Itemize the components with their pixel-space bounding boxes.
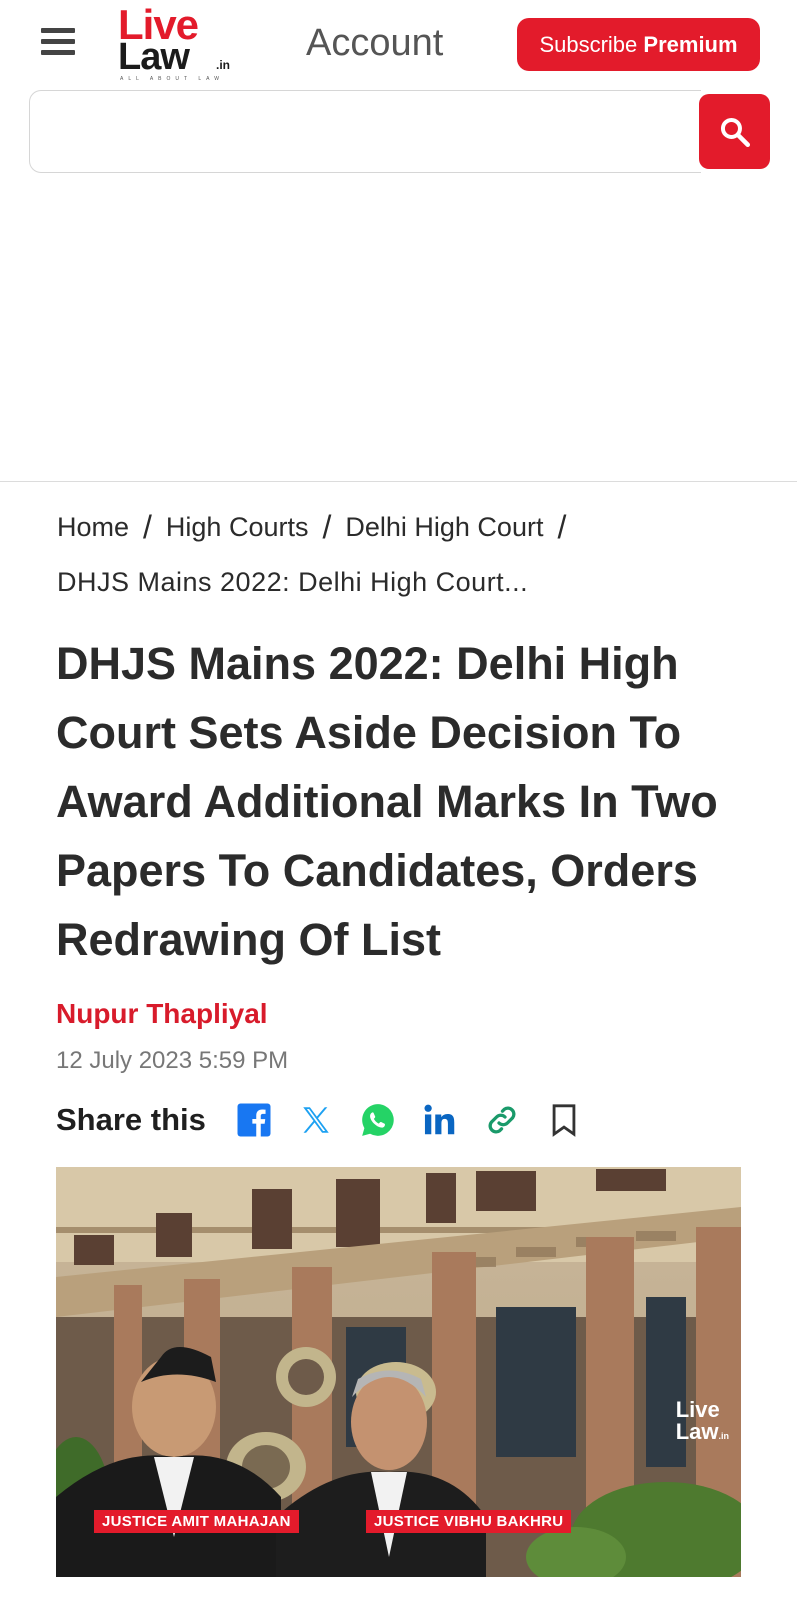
breadcrumb-separator: / — [322, 509, 332, 545]
facebook-icon[interactable] — [232, 1098, 276, 1142]
ad-slot — [0, 173, 797, 481]
divider — [0, 481, 797, 482]
link-icon[interactable] — [480, 1098, 524, 1142]
site-logo[interactable]: Live Law .in ALL ABOUT LAW — [118, 4, 248, 83]
bookmark-icon[interactable] — [542, 1098, 586, 1142]
watermark-law: Law — [675, 1419, 719, 1444]
menu-icon[interactable] — [41, 28, 75, 58]
breadcrumb-current: DHJS Mains 2022: Delhi High Court... — [57, 567, 529, 597]
breadcrumb-separator: / — [557, 509, 567, 545]
linkedin-icon[interactable] — [418, 1098, 462, 1142]
breadcrumb-delhi-high-court[interactable]: Delhi High Court — [345, 507, 543, 547]
watermark-in: .in — [718, 1431, 730, 1441]
search-icon — [720, 117, 750, 147]
publish-date: 12 July 2023 5:59 PM — [56, 1047, 289, 1074]
whatsapp-icon[interactable] — [356, 1098, 400, 1142]
breadcrumb-home[interactable]: Home — [57, 507, 129, 547]
caption-left: JUSTICE AMIT MAHAJAN — [94, 1510, 299, 1533]
author-link[interactable]: Nupur Thapliyal — [56, 998, 268, 1030]
logo-law-text: Law — [118, 36, 190, 78]
caption-right: JUSTICE VIBHU BAKHRU — [366, 1510, 572, 1533]
share-label: Share this — [56, 1102, 206, 1137]
share-bar: Share this — [56, 1095, 604, 1145]
search-button[interactable] — [699, 94, 770, 169]
hero-watermark: Live Law.in — [676, 1399, 729, 1447]
x-icon[interactable] — [294, 1098, 338, 1142]
breadcrumb-high-courts[interactable]: High Courts — [166, 507, 309, 547]
logo-in-text: .in — [216, 58, 230, 72]
search-input[interactable] — [29, 90, 701, 173]
subscribe-premium-button[interactable]: Subscribe Premium — [517, 18, 760, 71]
logo-tagline: ALL ABOUT LAW — [120, 76, 224, 82]
breadcrumb-separator: / — [143, 509, 152, 545]
article-title: DHJS Mains 2022: Delhi High Court Sets A… — [56, 638, 718, 965]
watermark-live: Live — [675, 1397, 720, 1422]
site-header: Live Law .in ALL ABOUT LAW Account Subsc… — [0, 0, 797, 90]
search-bar — [29, 90, 770, 173]
subscribe-prefix: Subscribe — [539, 32, 638, 57]
account-link[interactable]: Account — [306, 20, 443, 66]
article-hero-image: JUSTICE AMIT MAHAJAN JUSTICE VIBHU BAKHR… — [56, 1167, 741, 1577]
subscribe-emphasis: Premium — [643, 32, 738, 57]
breadcrumb: Home / High Courts / Delhi High Court / … — [57, 507, 757, 597]
